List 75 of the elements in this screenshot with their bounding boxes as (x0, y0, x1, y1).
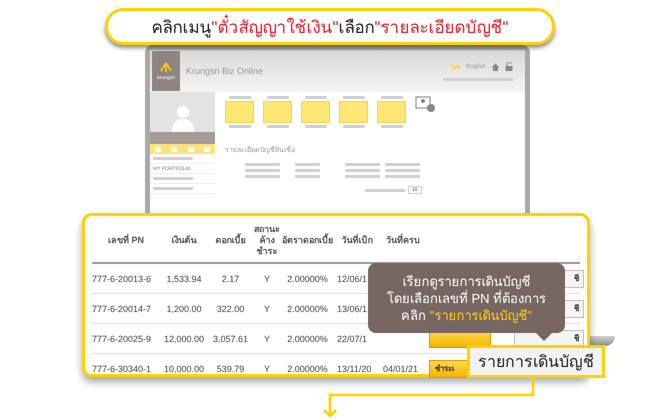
table-cell-text: Y (262, 274, 271, 284)
table-cell-text: 10,000.00 (162, 364, 206, 374)
blurred-text (153, 157, 193, 160)
table-cell-text: 322.00 (216, 304, 246, 314)
add-account-icon[interactable] (415, 96, 436, 113)
blurred-text (245, 169, 280, 172)
blurred-text (380, 125, 402, 128)
tooltip-text: โดยเลือกเลขที่ PN ที่ต้องการ (386, 290, 546, 306)
table-cell-text: Y (262, 334, 271, 344)
table-cell-text: 2.00000% (286, 274, 329, 284)
table-cell-text: Y (262, 304, 271, 314)
person-silhouette-icon (170, 104, 194, 132)
blurred-text (304, 125, 326, 128)
table-cell-text: 22/07/1 (336, 334, 368, 344)
blurred-text (342, 125, 364, 128)
table-cell-text: 2.00000% (286, 304, 329, 314)
blurred-text (295, 175, 320, 178)
tooltip-text: เรียกดูรายการเดินบัญชี (402, 272, 530, 290)
blurred-text (345, 163, 380, 166)
blurred-text (228, 96, 250, 99)
table-cell-text: 13/06/1 (336, 304, 368, 314)
column-header: อัตราดอกเบี้ย (281, 234, 334, 246)
table-cell-text: 13/11/20 (336, 364, 372, 374)
blurred-text (365, 188, 405, 192)
table-cell-text: 1,200.00 (165, 304, 203, 314)
table-cell-text: 12,000.00 (162, 334, 206, 344)
blurred-text (380, 96, 402, 99)
blurred-text (266, 125, 288, 128)
logo-mark-icon (159, 61, 173, 73)
column-header: เลขที่ PN (106, 234, 145, 246)
blurred-text (385, 175, 420, 178)
user-bar (150, 132, 215, 144)
account-card[interactable] (263, 101, 292, 123)
lock-icon[interactable] (505, 62, 513, 71)
blurred-text (266, 96, 288, 99)
account-card[interactable] (225, 101, 254, 123)
blurred-text (345, 175, 380, 178)
home-icon[interactable] (491, 62, 500, 70)
account-card[interactable] (339, 101, 368, 123)
blurred-text (385, 169, 420, 172)
table-cell-text: 04/01/21 (382, 364, 420, 374)
blurred-text (228, 125, 250, 128)
table-cell-text: 777-6-20014-7 (92, 304, 152, 314)
table-cell-text: 2.00000% (286, 364, 329, 374)
table-cell-text: 1,533.94 (165, 274, 203, 284)
column-header: ดอกเบี้ย (214, 234, 246, 246)
blurred-text (153, 177, 193, 180)
table-cell-text: 2.00000% (286, 334, 329, 344)
table-cell-text: 2.17 (220, 274, 240, 284)
table-cell-text: 3,057.61 (212, 334, 250, 344)
app-title: Krungsri Biz Online (186, 66, 264, 76)
blurred-text (295, 169, 320, 172)
table-cell-text: 777-6-20013-6 (92, 274, 152, 284)
column-header: วันที่ครบ (385, 234, 421, 246)
blurred-text (385, 163, 420, 166)
table-cell-text: 12/06/1 (336, 274, 368, 284)
column-header: วันที่เบิก (340, 234, 374, 246)
blurred-text (345, 169, 380, 172)
table-cell-text: 777-6-20025-9 (92, 334, 152, 344)
column-header: สถานะค้างชำระ (253, 224, 281, 256)
blurred-text (304, 96, 326, 99)
instruction-banner: คลิกเมนู"ตั๋วสัญญาใช้เงิน"เลือก"รายละเอียดบัญชี" (105, 8, 555, 45)
table-cell-text: 777-6-30340-1 (92, 364, 152, 374)
column-header: เงินต้น (170, 234, 198, 246)
table-cell-text: 539.79 (216, 364, 246, 374)
account-card[interactable] (301, 101, 330, 123)
table-cell-text: Y (262, 364, 271, 374)
blurred-text (245, 163, 280, 166)
blurred-text (153, 187, 193, 190)
tooltip-text: คลิก "รายการเดินบัญชี" (401, 306, 532, 324)
account-card[interactable] (377, 101, 406, 123)
blurred-text (245, 175, 280, 178)
blurred-text (295, 163, 320, 166)
blurred-text (342, 96, 364, 99)
label-tooltip: รายการเดินบัญชี (467, 345, 605, 378)
